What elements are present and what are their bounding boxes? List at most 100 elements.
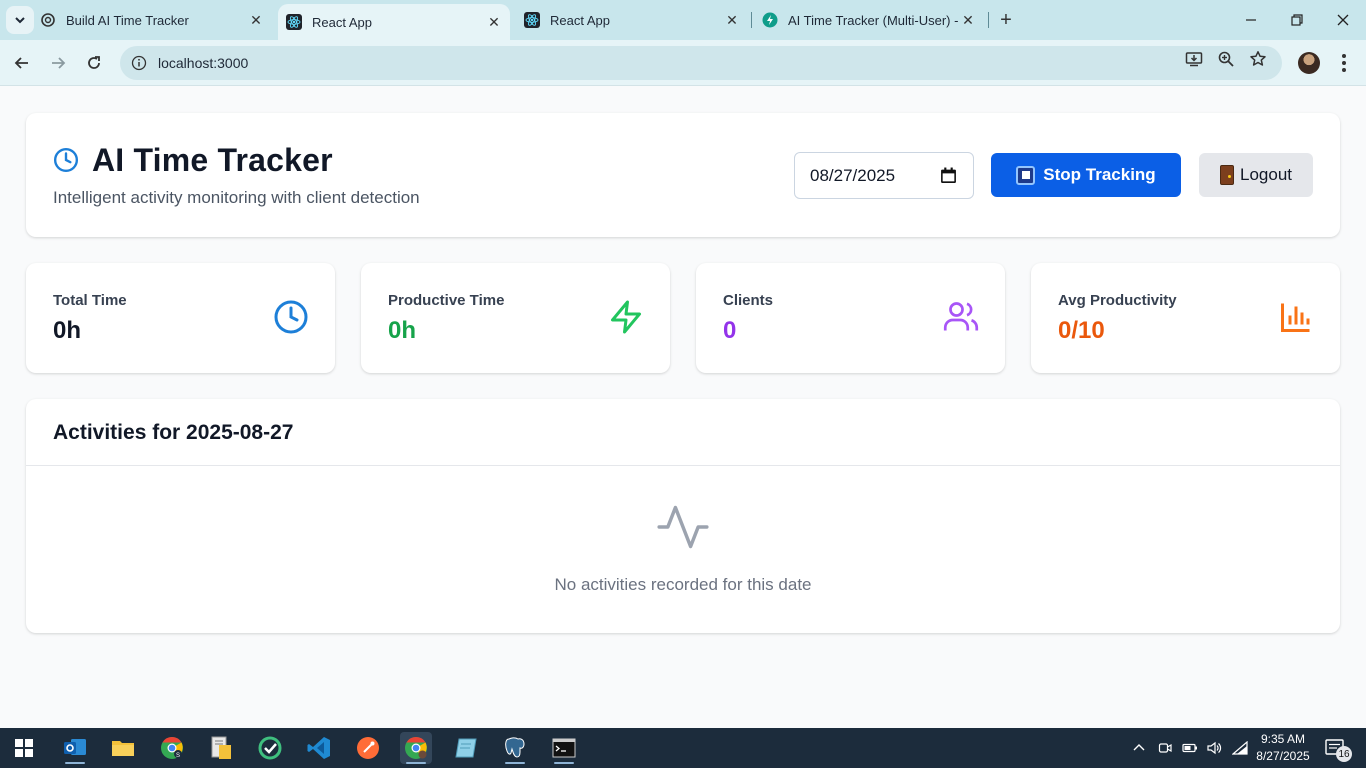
page-subtitle: Intelligent activity monitoring with cli… xyxy=(53,188,420,207)
new-tab-button[interactable]: + xyxy=(994,8,1018,32)
meet-now-icon[interactable] xyxy=(1158,741,1172,755)
chrome-icon xyxy=(405,737,427,759)
activities-card: Activities for 2025-08-27 No activities … xyxy=(26,399,1340,633)
outlook-icon xyxy=(64,739,86,755)
activity-pulse-icon xyxy=(657,505,709,549)
running-indicator xyxy=(406,762,426,764)
tab-search-button[interactable] xyxy=(6,6,34,34)
tab-react-app[interactable]: React App ✕ xyxy=(524,0,748,40)
chevron-up-icon[interactable] xyxy=(1132,741,1146,755)
vscode-icon xyxy=(307,737,330,759)
taskbar-chrome-active[interactable] xyxy=(400,732,432,764)
address-bar[interactable]: localhost:3000 xyxy=(120,46,1282,80)
logout-button[interactable]: Logout xyxy=(1199,153,1313,197)
date-picker-input[interactable]: 08/27/2025 xyxy=(794,152,974,199)
running-indicator xyxy=(505,762,525,764)
taskbar-vscode[interactable] xyxy=(303,732,335,764)
stat-card-clients: Clients 0 xyxy=(696,263,1005,373)
logout-label: Logout xyxy=(1240,165,1292,184)
tab-title: React App xyxy=(312,14,372,30)
bar-chart-icon xyxy=(1281,303,1310,332)
zoom-icon[interactable] xyxy=(1215,48,1237,70)
postman-icon xyxy=(357,737,379,759)
stop-icon xyxy=(1016,165,1036,185)
battery-icon[interactable] xyxy=(1182,741,1198,755)
tab-ai-time-tracker-supabase[interactable]: AI Time Tracker (Multi-User) - S ✕ xyxy=(762,0,984,40)
clock-date: 8/27/2025 xyxy=(1256,749,1310,763)
system-tray xyxy=(1132,728,1248,768)
volume-icon[interactable] xyxy=(1206,741,1222,755)
start-button[interactable] xyxy=(8,732,40,764)
tab-title: React App xyxy=(550,12,610,28)
arrow-right-icon xyxy=(52,57,66,69)
taskbar-check-app[interactable] xyxy=(254,732,286,764)
taskbar-chrome-profile[interactable]: S xyxy=(156,732,188,764)
close-window-button[interactable] xyxy=(1320,0,1366,40)
folder-icon xyxy=(112,741,134,756)
chrome-icon: S xyxy=(161,737,183,759)
close-icon xyxy=(1337,14,1349,26)
bookmark-star-icon[interactable] xyxy=(1247,48,1269,70)
tab-react-app-active[interactable]: React App ✕ xyxy=(278,4,510,40)
zap-icon xyxy=(611,300,641,334)
restore-icon xyxy=(1291,14,1303,26)
wifi-icon[interactable] xyxy=(1232,741,1248,755)
browser-menu-icon[interactable] xyxy=(1334,50,1354,76)
tab-title: Build AI Time Tracker xyxy=(66,12,189,28)
react-icon xyxy=(524,12,540,28)
clock-icon xyxy=(53,147,79,173)
taskbar-notes-app[interactable] xyxy=(450,732,482,764)
close-tab-icon[interactable]: ✕ xyxy=(724,12,740,28)
stat-value: 0 xyxy=(723,317,737,344)
svg-text:S: S xyxy=(176,753,180,759)
react-icon xyxy=(286,14,302,30)
running-indicator xyxy=(65,762,85,764)
taskbar-postman[interactable] xyxy=(352,732,384,764)
date-value: 08/27/2025 xyxy=(810,165,896,185)
tab-build-ai-time-tracker[interactable]: Build AI Time Tracker ✕ xyxy=(40,0,272,40)
url-text[interactable]: localhost:3000 xyxy=(158,55,248,71)
browser-tabstrip: Build AI Time Tracker ✕ React App ✕ Reac… xyxy=(0,0,1366,40)
tab-separator xyxy=(988,12,989,28)
stat-value: 0h xyxy=(53,317,82,344)
stop-tracking-button[interactable]: Stop Tracking xyxy=(991,153,1181,197)
users-icon xyxy=(943,302,979,331)
back-button[interactable] xyxy=(8,49,36,77)
taskbar-clock[interactable]: 9:35 AM 8/27/2025 xyxy=(1248,731,1318,765)
site-info-icon[interactable] xyxy=(122,55,156,71)
notepad-icon xyxy=(455,738,477,758)
postgres-icon xyxy=(505,737,525,758)
taskbar-doc-app[interactable] xyxy=(205,732,237,764)
minimize-button[interactable] xyxy=(1228,0,1274,40)
stat-card-total-time: Total Time 0h xyxy=(26,263,335,373)
stat-label: Clients xyxy=(723,292,774,309)
reload-icon xyxy=(88,56,100,69)
taskbar-postgres[interactable] xyxy=(499,732,531,764)
taskbar-file-explorer[interactable] xyxy=(107,732,139,764)
stat-label: Avg Productivity xyxy=(1058,292,1177,309)
browser-toolbar: localhost:3000 xyxy=(0,40,1366,86)
page-title: AI Time Tracker xyxy=(92,142,333,178)
restore-button[interactable] xyxy=(1274,0,1320,40)
stop-tracking-label: Stop Tracking xyxy=(1043,165,1156,184)
door-icon xyxy=(1220,165,1234,185)
close-tab-icon[interactable]: ✕ xyxy=(486,14,502,30)
windows-taskbar: S 9:35 AM 8/27/2025 xyxy=(0,728,1366,768)
taskbar-outlook[interactable] xyxy=(59,732,91,764)
tab-title: AI Time Tracker (Multi-User) - S xyxy=(788,12,960,28)
arrow-left-icon xyxy=(14,57,28,69)
close-tab-icon[interactable]: ✕ xyxy=(248,12,264,28)
taskbar-terminal[interactable] xyxy=(548,732,580,764)
profile-avatar[interactable] xyxy=(1298,52,1320,74)
stat-value: 0/10 xyxy=(1058,317,1105,344)
tab-separator xyxy=(751,12,752,28)
calendar-icon[interactable] xyxy=(940,167,957,184)
reload-button[interactable] xyxy=(80,49,108,77)
forward-button[interactable] xyxy=(44,49,72,77)
install-app-icon[interactable] xyxy=(1183,48,1205,70)
clock-time: 9:35 AM xyxy=(1260,732,1306,746)
close-tab-icon[interactable]: ✕ xyxy=(960,12,976,28)
stat-label: Total Time xyxy=(53,292,127,309)
activities-title: Activities for 2025-08-27 xyxy=(53,421,294,444)
clock-icon xyxy=(274,300,308,334)
